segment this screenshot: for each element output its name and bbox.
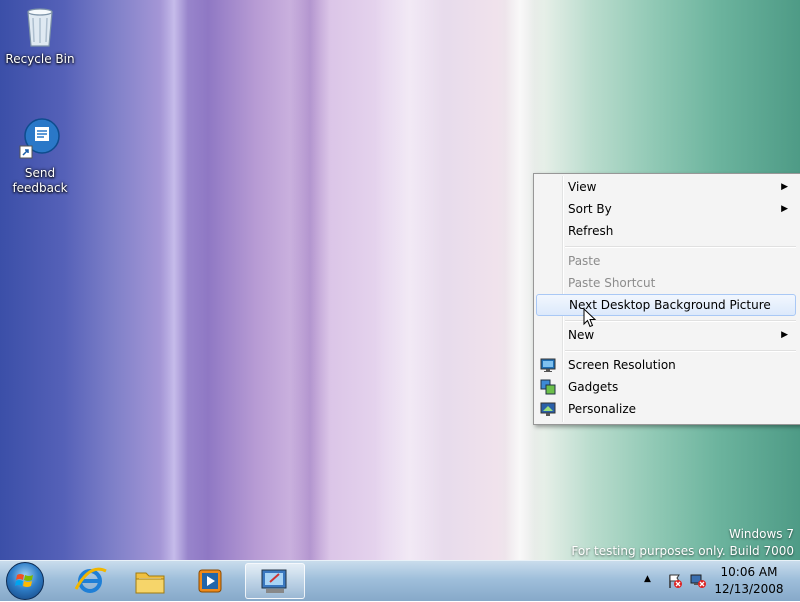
wallpaper-streak <box>375 0 445 560</box>
media-player-icon <box>198 569 222 593</box>
menu-item-label: Next Desktop Background Picture <box>569 298 771 312</box>
taskbar: ▲ 10:06 AM 12/13/2008 <box>0 560 800 601</box>
menu-item-label: Sort By <box>568 202 612 216</box>
menu-item-paste-shortcut: Paste Shortcut <box>536 272 796 294</box>
send-feedback-icon <box>16 116 64 164</box>
menu-item-next-desktop-background[interactable]: Next Desktop Background Picture <box>536 294 796 316</box>
clock-time[interactable]: 10:06 AM <box>714 565 784 579</box>
personalize-icon <box>540 401 556 417</box>
wallpaper-streak <box>290 0 330 560</box>
gadgets-icon <box>540 379 556 395</box>
menu-item-label: Gadgets <box>568 380 619 394</box>
submenu-arrow-icon: ▶ <box>781 204 788 214</box>
screen-resolution-icon <box>540 357 556 373</box>
menu-item-label: Paste <box>568 254 601 268</box>
menu-item-label: View <box>568 180 597 194</box>
menu-item-personalize[interactable]: Personalize <box>536 398 796 420</box>
menu-separator <box>565 320 796 322</box>
desktop-context-menu: View ▶ Sort By ▶ Refresh Paste Paste Sho… <box>533 173 800 425</box>
send-feedback-label-line1: Send <box>24 166 56 180</box>
menu-item-label: Screen Resolution <box>568 358 676 372</box>
menu-item-label: Refresh <box>568 224 614 238</box>
menu-item-gadgets[interactable]: Gadgets <box>536 376 796 398</box>
action-center-flag-icon[interactable] <box>667 573 683 589</box>
control-panel-icon <box>261 569 287 593</box>
internet-explorer-icon <box>74 567 107 593</box>
menu-item-sort-by[interactable]: Sort By ▶ <box>536 198 796 220</box>
taskbar-windows-explorer[interactable] <box>122 563 178 599</box>
menu-item-screen-resolution[interactable]: Screen Resolution <box>536 354 796 376</box>
submenu-arrow-icon: ▶ <box>781 182 788 192</box>
submenu-arrow-icon: ▶ <box>781 330 788 340</box>
watermark-build: For testing purposes only. Build 7000 <box>571 544 794 558</box>
taskbar-internet-explorer[interactable] <box>62 563 118 599</box>
menu-item-label: New <box>568 328 595 342</box>
windows-explorer-icon <box>135 572 165 594</box>
desktop-icon-send-feedback[interactable]: Send feedback <box>0 116 80 196</box>
network-icon[interactable] <box>690 573 706 589</box>
menu-item-new[interactable]: New ▶ <box>536 324 796 346</box>
menu-item-view[interactable]: View ▶ <box>536 176 796 198</box>
recycle-bin-label: Recycle Bin <box>5 52 75 66</box>
recycle-bin-icon <box>16 2 64 50</box>
menu-separator <box>565 246 796 248</box>
show-hidden-icons-arrow[interactable]: ▲ <box>644 574 651 584</box>
wallpaper-streak <box>505 0 535 560</box>
menu-separator <box>565 350 796 352</box>
menu-item-refresh[interactable]: Refresh <box>536 220 796 242</box>
desktop-icon-recycle-bin[interactable]: Recycle Bin <box>0 2 80 67</box>
menu-item-label: Personalize <box>568 402 637 416</box>
watermark-title: Windows 7 <box>728 527 794 541</box>
clock-date[interactable]: 12/13/2008 <box>714 582 784 596</box>
taskbar-control-panel[interactable] <box>245 563 305 599</box>
taskbar-media-player[interactable] <box>182 563 238 599</box>
send-feedback-label-line2: feedback <box>12 181 68 195</box>
menu-item-paste: Paste <box>536 250 796 272</box>
menu-item-label: Paste Shortcut <box>568 276 656 290</box>
mouse-cursor-icon <box>583 307 597 328</box>
start-orb-icon[interactable] <box>6 562 44 600</box>
wallpaper-streak <box>160 0 188 560</box>
